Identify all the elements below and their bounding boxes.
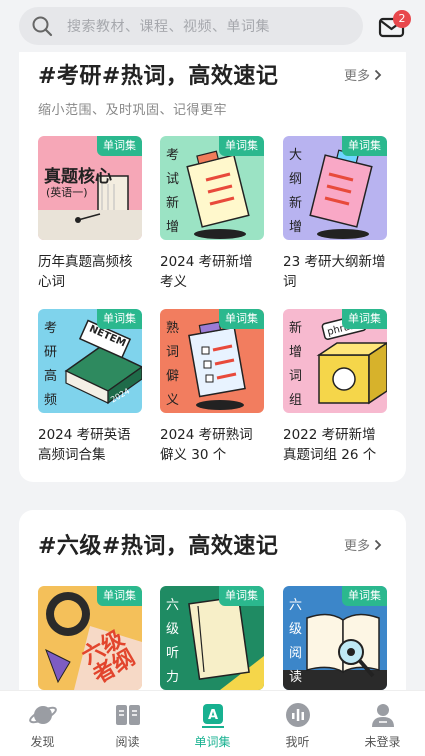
- nav-reading[interactable]: 阅读: [85, 691, 170, 756]
- word-set-card[interactable]: phrase 新增词组 单词集 2022 考研新增真题词组 26 个: [283, 309, 387, 465]
- listen-icon: [285, 703, 310, 727]
- cover-image: 六级听力 单词集: [160, 586, 264, 690]
- cover-image: 考试新增 单词集: [160, 136, 264, 240]
- section-title: #六级#热词，高效速记: [38, 534, 279, 559]
- word-set-title: 2024 考研英语高频词合集: [38, 427, 131, 463]
- word-set-tag: 单词集: [97, 136, 142, 156]
- word-set-tag: 单词集: [219, 136, 264, 156]
- word-set-card[interactable]: 六级 者纲 单词集: [38, 586, 142, 690]
- search-bar[interactable]: 搜索教材、课程、视频、单词集: [19, 7, 363, 45]
- word-set-title: 历年真题高频核心词: [38, 254, 133, 290]
- word-set-tag: 单词集: [97, 586, 142, 606]
- nav-word-sets[interactable]: A 单词集: [170, 691, 255, 756]
- planet-icon: [28, 706, 57, 724]
- nav-label: 单词集: [194, 735, 231, 749]
- search-placeholder: 搜索教材、课程、视频、单词集: [67, 19, 270, 35]
- cover-image: 熟词僻义 单词集: [160, 309, 264, 413]
- word-set-icon: A: [201, 704, 224, 728]
- word-set-title: 23 考研大纲新增词: [283, 254, 386, 290]
- nav-profile[interactable]: 未登录: [340, 691, 425, 756]
- word-set-card[interactable]: NETEM 2024 考研高频 单词集 2024 考研英语高频词合集: [38, 309, 142, 465]
- word-set-tag: 单词集: [342, 586, 387, 606]
- cover-image: NETEM 2024 考研高频 单词集: [38, 309, 142, 413]
- chevron-right-icon: [374, 69, 382, 80]
- section-subtitle: 缩小范围、及时巩固、记得更牢: [38, 103, 228, 118]
- word-set-tag: 单词集: [342, 309, 387, 329]
- section-title: #考研#热词，高效速记: [38, 64, 279, 89]
- word-set-tag: 单词集: [219, 586, 264, 606]
- word-set-title: 2024 考研熟词僻义 30 个: [160, 427, 253, 463]
- cover-vertical-text: 新增词组: [289, 321, 303, 408]
- nav-listen[interactable]: 我听: [255, 691, 340, 756]
- book-icon: [115, 705, 140, 725]
- word-set-tag: 单词集: [97, 309, 142, 329]
- cover-vertical-text: 熟词僻义: [166, 321, 180, 408]
- chevron-right-icon: [374, 539, 382, 550]
- svg-text:A: A: [207, 708, 217, 723]
- cover-vertical-text: 考试新增: [166, 148, 180, 235]
- cet6-section: #六级#热词，高效速记 更多 六级 者纲 单词集 六级听力 单词集 六级阅读 单…: [19, 510, 406, 710]
- cover-image: 大纲新增 单词集: [283, 136, 387, 240]
- cover-vertical-text: 考研高频: [44, 321, 58, 408]
- word-set-card[interactable]: 六级阅读 单词集: [283, 586, 387, 690]
- bottom-nav: 发现 阅读 A 单词集 我听 未登录: [0, 690, 425, 756]
- kaoyan-section: #考研#热词，高效速记 更多 缩小范围、及时巩固、记得更牢 真题核心 (英语一)…: [19, 40, 406, 482]
- more-label: 更多: [343, 69, 370, 84]
- cover-vertical-text: 六级听力: [166, 598, 180, 685]
- cover-image: 真题核心 (英语一) 单词集: [38, 136, 142, 240]
- more-label: 更多: [343, 539, 370, 554]
- cover-image: phrase 新增词组 单词集: [283, 309, 387, 413]
- word-set-card[interactable]: 真题核心 (英语一) 单词集 历年真题高频核心词: [38, 136, 142, 292]
- more-link[interactable]: 更多: [344, 535, 382, 554]
- cover-subtitle: (英语一): [46, 186, 88, 199]
- nav-label: 发现: [30, 735, 55, 749]
- word-set-card[interactable]: 六级听力 单词集: [160, 586, 264, 690]
- cover-vertical-text: 大纲新增: [289, 148, 303, 235]
- search-icon: [32, 16, 53, 37]
- nav-label: 阅读: [115, 735, 140, 749]
- nav-label: 未登录: [364, 735, 401, 749]
- word-set-card[interactable]: 考试新增 单词集 2024 考研新增考义: [160, 136, 264, 292]
- nav-label: 我听: [285, 735, 310, 749]
- top-bar: 搜索教材、课程、视频、单词集 2: [0, 0, 425, 52]
- cover-vertical-text: 六级阅读: [289, 598, 303, 685]
- word-set-title: 2022 考研新增真题词组 26 个: [283, 427, 377, 463]
- cover-image: 六级 者纲 单词集: [38, 586, 142, 690]
- word-set-title: 2024 考研新增考义: [160, 254, 253, 290]
- word-set-tag: 单词集: [219, 309, 264, 329]
- user-icon: [371, 704, 394, 727]
- cover-image: 六级阅读 单词集: [283, 586, 387, 690]
- notification-badge: 2: [393, 10, 411, 28]
- word-set-card[interactable]: 熟词僻义 单词集 2024 考研熟词僻义 30 个: [160, 309, 264, 465]
- word-set-tag: 单词集: [342, 136, 387, 156]
- word-set-card[interactable]: 大纲新增 单词集 23 考研大纲新增词: [283, 136, 387, 292]
- nav-discover[interactable]: 发现: [0, 691, 85, 756]
- more-link[interactable]: 更多: [344, 65, 382, 84]
